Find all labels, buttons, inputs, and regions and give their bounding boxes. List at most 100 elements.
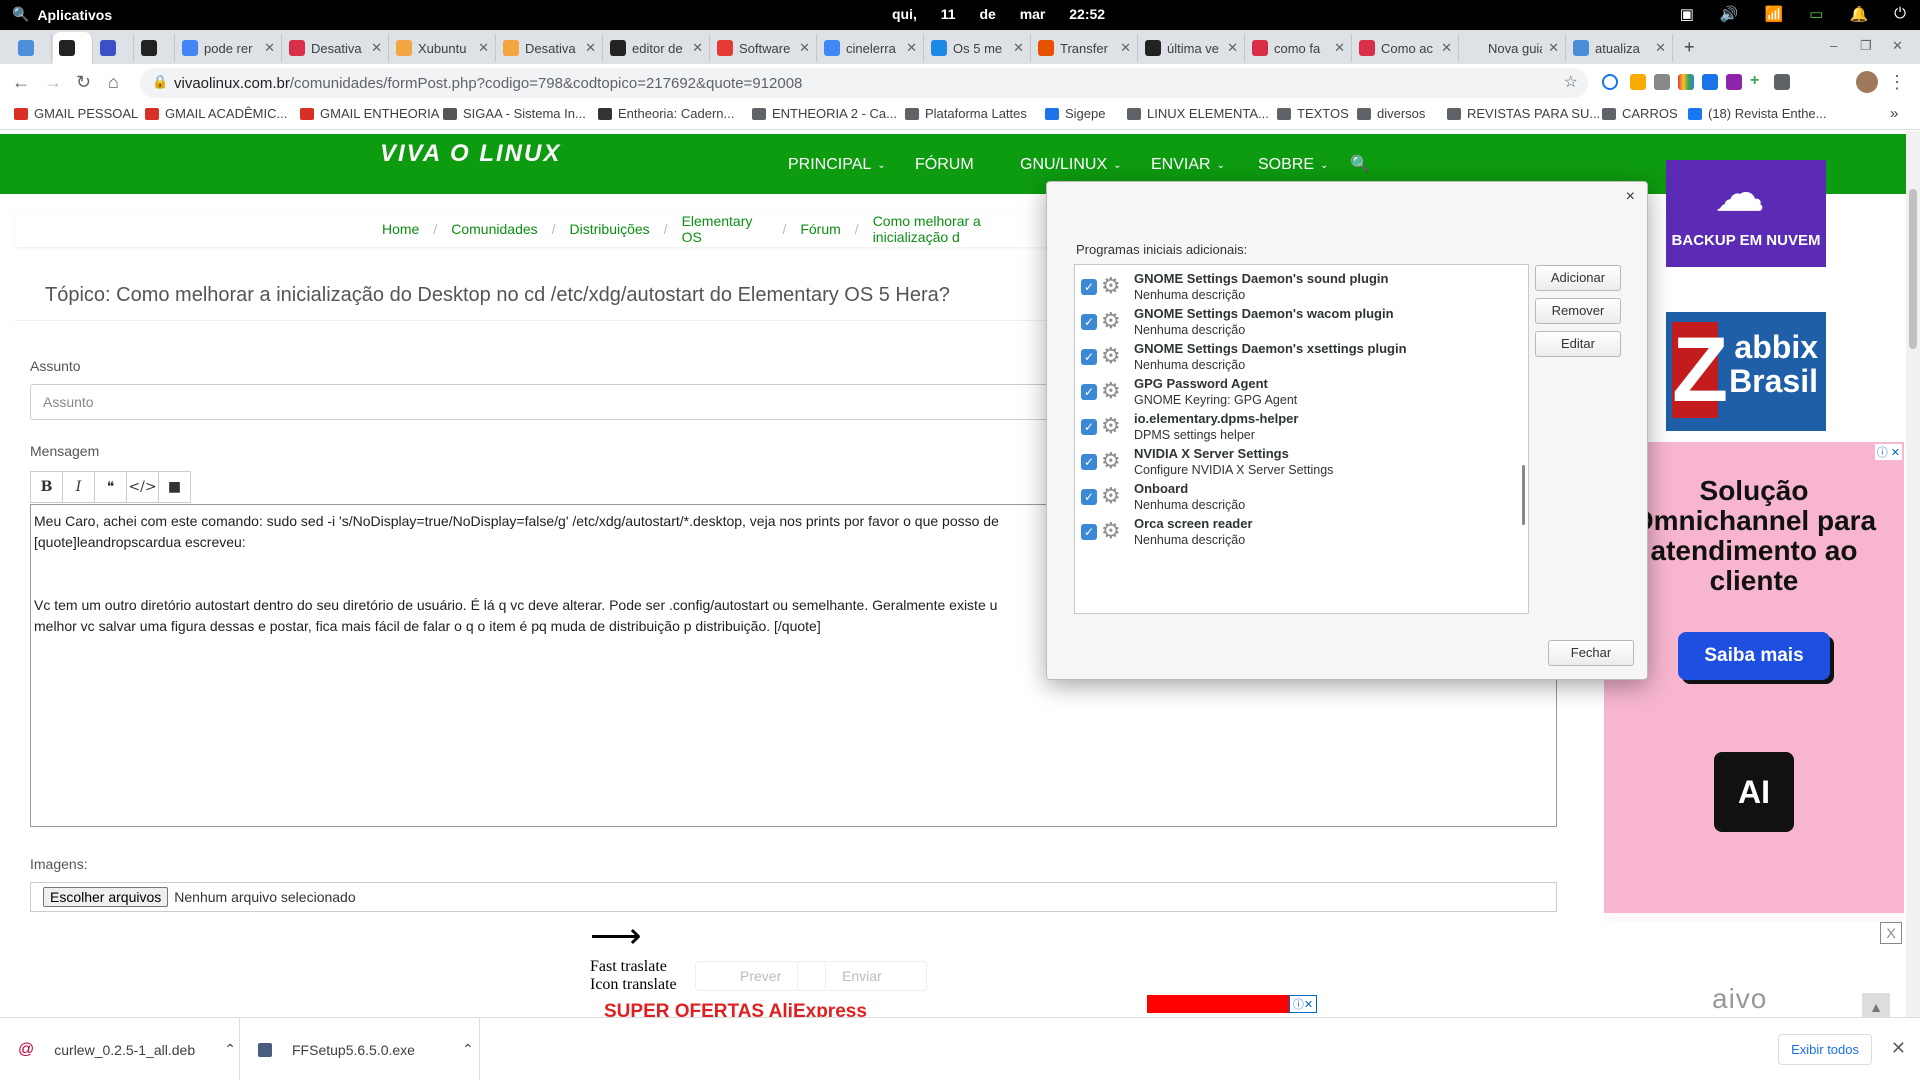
tab-close-icon[interactable]: ✕ [1227,40,1238,56]
startup-checkbox[interactable]: ✓ [1081,314,1097,330]
new-tab-icon[interactable]: + [1684,37,1695,58]
tab[interactable]: Transfer ✕ [1032,34,1138,62]
back-icon[interactable]: ← [12,72,30,93]
tab[interactable]: como fa ✕ [1246,34,1352,62]
tab[interactable]: cinelerra ✕ [818,34,924,62]
tab-close-icon[interactable]: ✕ [1120,40,1131,56]
extension-icon[interactable] [1630,74,1646,90]
ad-omnichannel[interactable]: ⓘ ✕ Solução Omnichannel para atendimento… [1604,442,1904,922]
add-button[interactable]: Adicionar [1535,265,1621,291]
volume-icon[interactable]: 🔊 [1720,5,1739,23]
download-item[interactable]: FFSetup5.6.5.0.exe ⌃ [240,1018,480,1080]
scrollbar-thumb[interactable] [1909,189,1917,349]
bookmark-item[interactable]: CARROS [1602,106,1678,121]
bookmark-item[interactable]: GMAIL PESSOAL [14,106,138,121]
edit-button[interactable]: Editar [1535,331,1621,357]
startup-checkbox[interactable]: ✓ [1081,489,1097,505]
battery-icon[interactable]: ▭ [1809,5,1823,23]
bookmark-item[interactable]: REVISTAS PARA SU... [1447,106,1600,121]
extension-icon[interactable] [1654,74,1670,90]
tab[interactable]: Os 5 me ✕ [925,34,1031,62]
bookmark-item[interactable]: GMAIL ACADÊMIC... [145,106,287,121]
close-icon[interactable]: × [1626,188,1635,206]
apps-menu[interactable]: 🔍 Aplicativos [12,6,112,23]
tab-close-icon[interactable]: ✕ [692,40,703,56]
tab[interactable]: última ve ✕ [1139,34,1245,62]
wifi-icon[interactable]: 📶 [1765,5,1784,23]
bookmark-item[interactable]: diversos [1357,106,1425,121]
tab[interactable]: atualiza ✕ [1567,34,1673,62]
window-indicator-icon[interactable]: ▣ [1680,5,1694,23]
choose-files-button[interactable]: Escolher arquivos [43,887,169,907]
startup-checkbox[interactable]: ✓ [1081,279,1097,295]
bookmark-item[interactable]: SIGAA - Sistema In... [443,106,586,121]
bookmark-item[interactable]: Sigepe [1045,106,1105,121]
bold-button[interactable]: B [30,471,63,503]
startup-item[interactable]: ✓ ⚙ Orca screen reader Nenhuma descrição [1075,512,1528,555]
address-bar[interactable]: 🔒 vivaolinux.com.br/comunidades/formPost… [140,68,1588,98]
close-icon[interactable]: X [1880,922,1902,944]
site-menu-item[interactable]: FÓRUM [915,156,974,174]
scroll-top-icon[interactable]: ▲ [1862,993,1890,1017]
site-menu-item[interactable]: GNU/LINUX ⌄ [1020,156,1122,174]
more-bookmarks-icon[interactable]: » [1890,105,1898,122]
home-icon[interactable]: ⌂ [108,72,119,93]
site-menu-item[interactable]: ENVIAR ⌄ [1151,156,1225,174]
tab[interactable]: Desativa ✕ [283,34,389,62]
adchoices-icon[interactable]: ⓘ ✕ [1874,444,1902,460]
enviar-button[interactable]: Enviar [797,961,927,991]
tab[interactable] [135,34,175,62]
startup-checkbox[interactable]: ✓ [1081,524,1097,540]
bookmark-item[interactable]: ENTHEORIA 2 - Ca... [752,106,897,121]
tab-close-icon[interactable]: ✕ [799,40,810,56]
tab-close-icon[interactable]: ✕ [478,40,489,56]
site-menu-item[interactable]: PRINCIPAL ⌄ [788,156,886,174]
avatar[interactable] [1856,71,1878,93]
tab-close-icon[interactable]: ✕ [264,40,275,56]
tab[interactable] [94,34,134,62]
close-button[interactable]: Fechar [1548,640,1634,666]
bookmark-item[interactable]: TEXTOS [1277,106,1349,121]
tab-close-icon[interactable]: ✕ [906,40,917,56]
chevron-up-icon[interactable]: ⌃ [224,1041,236,1058]
notifications-icon[interactable]: 🔔 [1849,5,1868,23]
startup-checkbox[interactable]: ✓ [1081,349,1097,365]
breadcrumb-link[interactable]: Fórum [800,221,840,237]
breadcrumb-link[interactable]: Distribuições [570,221,650,237]
ad-banner[interactable]: ⓘ✕ [1147,995,1317,1013]
tab-close-icon[interactable]: ✕ [1013,40,1024,56]
chevron-up-icon[interactable]: ⌃ [462,1041,474,1058]
tab[interactable]: Desativa ✕ [497,34,603,62]
breadcrumb-link[interactable]: Home [382,221,419,237]
bookmark-item[interactable]: GMAIL ENTHEORIA [300,106,439,121]
menu-dots-icon[interactable]: ⋮ [1888,72,1906,93]
arrow-right-icon[interactable]: ⟶ [590,915,642,957]
site-logo[interactable]: VIVA O LINUX [380,142,561,166]
bookmark-star-icon[interactable]: ☆ [1564,72,1578,92]
reload-icon[interactable]: ↻ [76,72,91,93]
remove-button[interactable]: Remover [1535,298,1621,324]
saiba-mais-button[interactable]: Saiba mais [1678,632,1830,680]
bookmark-item[interactable]: Plataforma Lattes [905,106,1027,121]
ad-zabbix[interactable]: Z abbix Brasil [1666,312,1826,431]
breadcrumb-link[interactable]: Elementary OS [682,213,769,245]
tab[interactable]: Como ac ✕ [1353,34,1459,62]
tab-close-icon[interactable]: ✕ [371,40,382,56]
minimize-icon[interactable]: ‒ [1830,38,1837,53]
breadcrumb-link[interactable]: Comunidades [451,221,537,237]
extension-icon[interactable] [1602,74,1618,90]
tab-close-icon[interactable]: ✕ [1334,40,1345,56]
window-close-icon[interactable]: ✕ [1892,38,1903,54]
startup-checkbox[interactable]: ✓ [1081,384,1097,400]
tab[interactable] [53,32,93,64]
bookmark-item[interactable]: Entheoria: Cadern... [598,106,734,121]
bookmark-item[interactable]: (18) Revista Enthe... [1688,106,1827,121]
power-icon[interactable]: ⏻ [1894,5,1906,23]
aliexpress-ad[interactable]: SUPER OFERTAS AliExpress [604,1001,867,1017]
extension-icon[interactable] [1726,74,1742,90]
tab[interactable]: editor de ✕ [604,34,710,62]
extensions-puzzle-icon[interactable] [1774,74,1790,90]
startup-checkbox[interactable]: ✓ [1081,419,1097,435]
translate-icon[interactable] [1702,74,1718,90]
tab-close-icon[interactable]: ✕ [585,40,596,56]
